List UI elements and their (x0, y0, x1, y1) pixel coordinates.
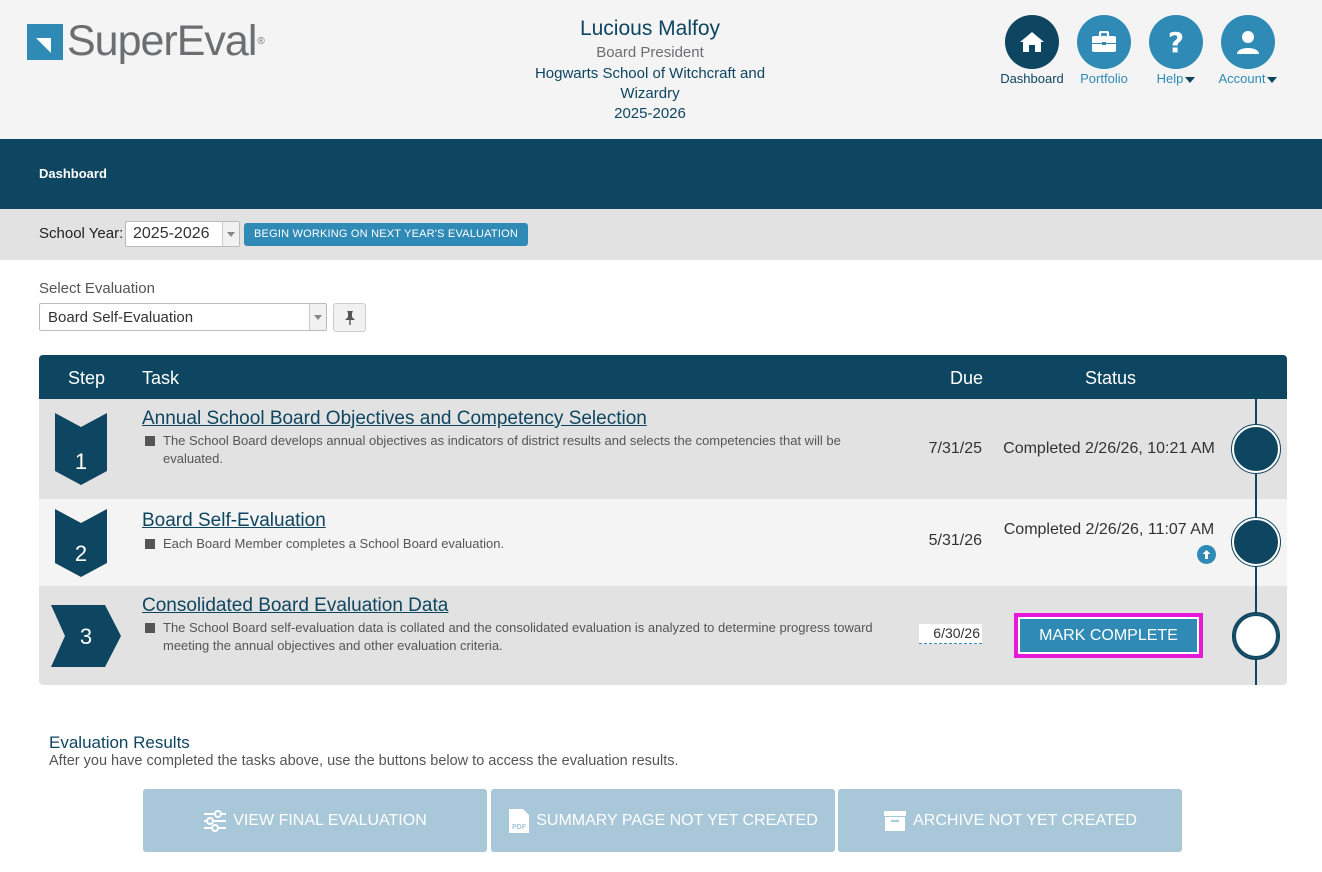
results-title: Evaluation Results (49, 733, 190, 752)
chevron-down-icon (222, 222, 239, 246)
header-step: Step (68, 368, 106, 388)
header-due: Due (950, 368, 984, 388)
mark-complete-label: MARK COMPLETE (1020, 619, 1197, 652)
task-link-self-evaluation[interactable]: Board Self-Evaluation (142, 510, 326, 532)
header-status: Status (1085, 368, 1137, 388)
task-description: Each Board Member completes a School Boa… (145, 535, 885, 553)
school-name: Hogwarts School of Witchcraft and Wizard… (534, 65, 766, 102)
archive-label: ARCHIVE NOT YET CREATED (913, 811, 1137, 829)
breadcrumb[interactable]: Dashboard (39, 166, 107, 181)
nav-help-label: Help (1156, 71, 1184, 86)
timeline-node-complete (1231, 517, 1281, 567)
archive-button[interactable]: ARCHIVE NOT YET CREATED (838, 789, 1182, 852)
step-number: 2 (75, 541, 87, 566)
user-info: Lucious Malfoy Board President Hogwarts … (500, 16, 800, 124)
view-final-evaluation-button[interactable]: VIEW FINAL EVALUATION (143, 789, 487, 852)
task-description: The School Board develops annual objecti… (145, 432, 885, 468)
breadcrumb-bar: Dashboard (0, 139, 1322, 209)
due-date: 5/31/26 (928, 532, 982, 549)
school-year-bar: School Year: 2025-2026 BEGIN WORKING ON … (0, 209, 1322, 260)
chevron-down-icon (1267, 76, 1278, 83)
evaluation-select[interactable]: Board Self-Evaluation (39, 303, 327, 331)
briefcase-icon (1077, 15, 1131, 69)
task-link-objectives[interactable]: Annual School Board Objectives and Compe… (142, 408, 647, 430)
summary-page-label: SUMMARY PAGE NOT YET CREATED (536, 811, 818, 829)
school-year-value: 2025-2026 (133, 225, 210, 242)
school-year-select[interactable]: 2025-2026 (125, 221, 240, 247)
step-badge-1: 1 (55, 413, 107, 485)
top-nav: Dashboard Portfolio ? Help Account (996, 15, 1284, 86)
table-row: 2 Board Self-Evaluation Each Board Membe… (39, 499, 1287, 586)
question-icon: ? (1149, 15, 1203, 69)
pin-icon (344, 310, 355, 325)
summary-page-button[interactable]: PDF SUMMARY PAGE NOT YET CREATED (491, 789, 835, 852)
table-header: Step Task Due Status (39, 355, 1287, 399)
user-school-year: 2025-2026 (614, 105, 686, 122)
timeline-node-open (1232, 612, 1280, 660)
status-text: Completed 2/26/26, 10:21 AM (1003, 440, 1215, 457)
begin-next-year-button[interactable]: BEGIN WORKING ON NEXT YEAR'S EVALUATION (244, 223, 528, 246)
school-year-label: School Year: (39, 225, 124, 242)
step-number: 3 (80, 624, 92, 649)
archive-icon (883, 810, 907, 832)
svg-text:PDF: PDF (512, 824, 527, 831)
chevron-down-icon (309, 304, 326, 330)
logo-mark-icon (27, 23, 63, 60)
nav-help-label-wrap: Help (1140, 71, 1212, 86)
header-task: Task (142, 368, 180, 388)
table-row: 1 Annual School Board Objectives and Com… (39, 399, 1287, 499)
nav-dashboard[interactable]: Dashboard (996, 15, 1068, 86)
user-icon (1221, 15, 1275, 69)
select-evaluation-label: Select Evaluation (39, 280, 155, 297)
user-name: Lucious Malfoy (579, 17, 721, 40)
view-final-evaluation-label: VIEW FINAL EVALUATION (233, 811, 427, 829)
status-text: Completed 2/26/26, 11:07 AM (1003, 521, 1215, 538)
due-date-input[interactable]: 6/30/26 (919, 624, 982, 644)
results-subtitle: After you have completed the tasks above… (49, 753, 679, 769)
arrow-up-icon[interactable] (1197, 545, 1216, 564)
sliders-icon (203, 809, 227, 832)
nav-account[interactable]: Account (1212, 15, 1284, 86)
task-link-consolidated-data[interactable]: Consolidated Board Evaluation Data (142, 595, 448, 617)
nav-help[interactable]: ? Help (1140, 15, 1212, 86)
chevron-down-icon (1185, 76, 1196, 83)
nav-dashboard-label: Dashboard (1000, 71, 1064, 86)
nav-portfolio-label: Portfolio (1080, 71, 1128, 86)
mark-complete-button[interactable]: MARK COMPLETE (1014, 613, 1203, 658)
timeline-node-complete (1231, 424, 1281, 474)
due-date: 7/31/25 (928, 440, 982, 457)
pdf-icon: PDF (508, 808, 530, 834)
nav-account-label-wrap: Account (1212, 71, 1284, 86)
step-number: 1 (75, 449, 87, 474)
logo-text: SuperEval (67, 17, 257, 65)
nav-portfolio[interactable]: Portfolio (1068, 15, 1140, 86)
user-role: Board President (596, 44, 704, 61)
step-badge-3: 3 (51, 605, 121, 667)
task-table: Step Task Due Status 1 Annual School Boa… (39, 355, 1287, 685)
table-row: 3 Consolidated Board Evaluation Data The… (39, 586, 1287, 685)
app-header: SuperEval ® Lucious Malfoy Board Preside… (0, 0, 1322, 139)
evaluation-select-value: Board Self-Evaluation (48, 309, 194, 326)
logo-registered-mark: ® (257, 36, 265, 47)
task-description: The School Board self-evaluation data is… (145, 619, 885, 655)
pin-button[interactable] (333, 303, 366, 332)
step-badge-2: 2 (55, 509, 107, 577)
home-icon (1005, 15, 1059, 69)
nav-account-label: Account (1218, 71, 1266, 86)
supereval-logo[interactable]: SuperEval ® (27, 20, 265, 63)
